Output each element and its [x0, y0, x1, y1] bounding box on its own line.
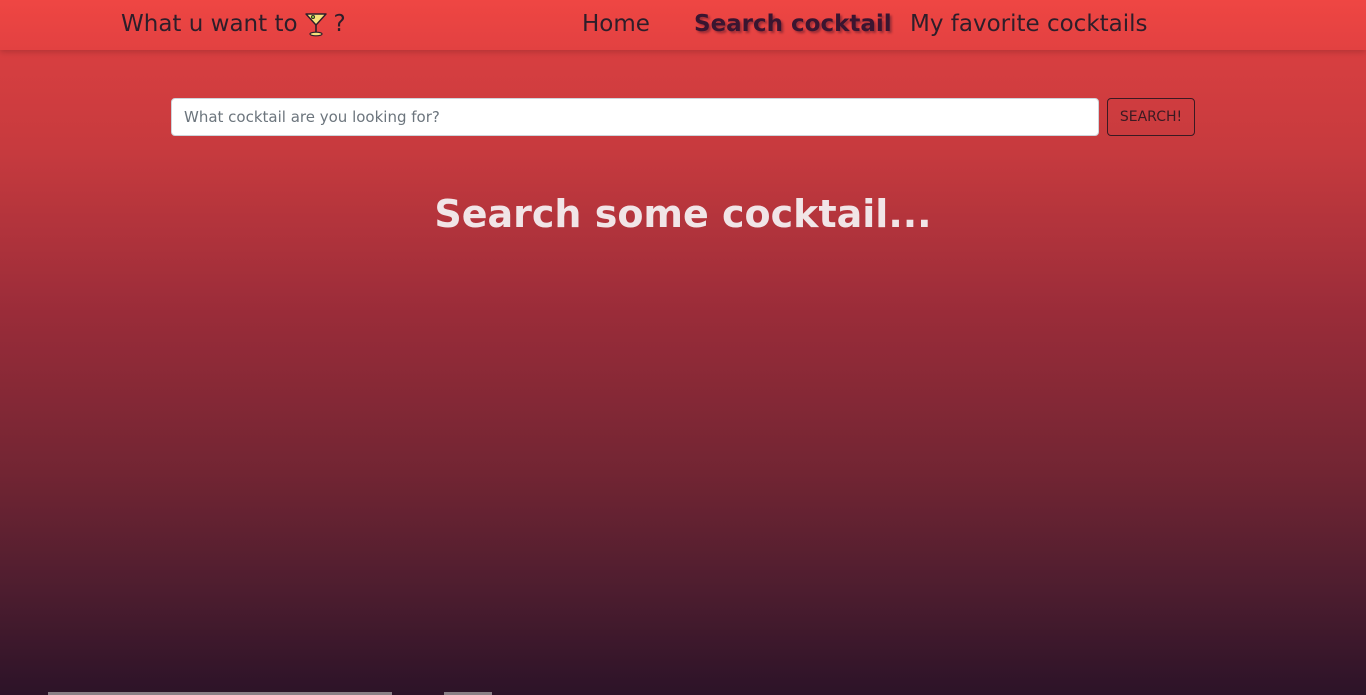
- nav-link-search-cocktail[interactable]: Search cocktail: [694, 11, 892, 37]
- search-form: SEARCH!: [171, 98, 1195, 136]
- nav-links: Home Search cocktail My favorite cocktai…: [0, 11, 1366, 41]
- search-input[interactable]: [171, 98, 1099, 136]
- search-button[interactable]: SEARCH!: [1107, 98, 1195, 136]
- nav-link-home[interactable]: Home: [582, 11, 650, 37]
- page-heading: Search some cocktail...: [434, 192, 932, 236]
- navbar: What u want to ? Home Search cocktail My…: [0, 0, 1366, 50]
- nav-link-favorite-cocktails[interactable]: My favorite cocktails: [910, 11, 1148, 37]
